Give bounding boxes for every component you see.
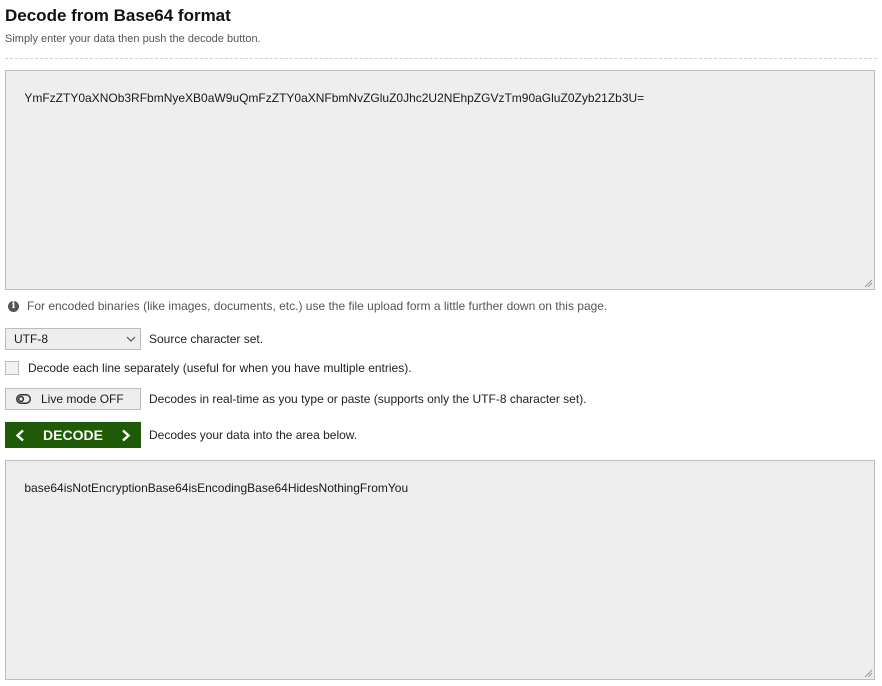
live-mode-button[interactable]: Live mode OFF [5,388,141,410]
result-text: base64isNotEncryptionBase64isEncodingBas… [24,481,409,495]
divider [5,58,877,59]
hint-text: For encoded binaries (like images, docum… [27,299,608,313]
charset-select[interactable]: UTF-8 [5,328,141,350]
source-textarea[interactable]: YmFzZTY0aXNOb3RFbmNyeXB0aW9uQmFzZTY0aXNF… [5,70,875,290]
result-textarea[interactable]: base64isNotEncryptionBase64isEncodingBas… [5,460,875,680]
decode-button[interactable]: DECODE [5,422,141,448]
info-icon: i [8,300,19,312]
live-mode-label: Live mode OFF [41,392,124,406]
resize-grip-icon[interactable] [864,669,873,678]
decode-each-line-label: Decode each line separately (useful for … [28,361,412,375]
charset-label: Source character set. [149,332,264,346]
live-mode-row: Live mode OFF Decodes in real-time as yo… [5,388,587,410]
toggle-off-icon [16,394,31,404]
decode-button-label: DECODE [43,427,103,443]
charset-selected-value: UTF-8 [14,332,48,346]
file-upload-hint: i For encoded binaries (like images, doc… [8,299,607,313]
charset-row: UTF-8 Source character set. [5,328,263,350]
each-line-row: Decode each line separately (useful for … [5,361,412,375]
decode-description: Decodes your data into the area below. [149,428,358,442]
decode-page: Decode from Base64 format Simply enter y… [0,0,882,686]
live-mode-description: Decodes in real-time as you type or past… [149,392,587,406]
chevron-down-icon [126,336,136,342]
chevron-left-icon [15,429,24,441]
page-title: Decode from Base64 format [5,6,231,25]
resize-grip-icon[interactable] [864,279,873,288]
decode-each-line-checkbox[interactable] [5,361,19,375]
page-subtitle: Simply enter your data then push the dec… [5,33,261,45]
source-text: YmFzZTY0aXNOb3RFbmNyeXB0aW9uQmFzZTY0aXNF… [24,91,645,105]
chevron-right-icon [122,429,131,441]
decode-row: DECODE Decodes your data into the area b… [5,422,357,448]
